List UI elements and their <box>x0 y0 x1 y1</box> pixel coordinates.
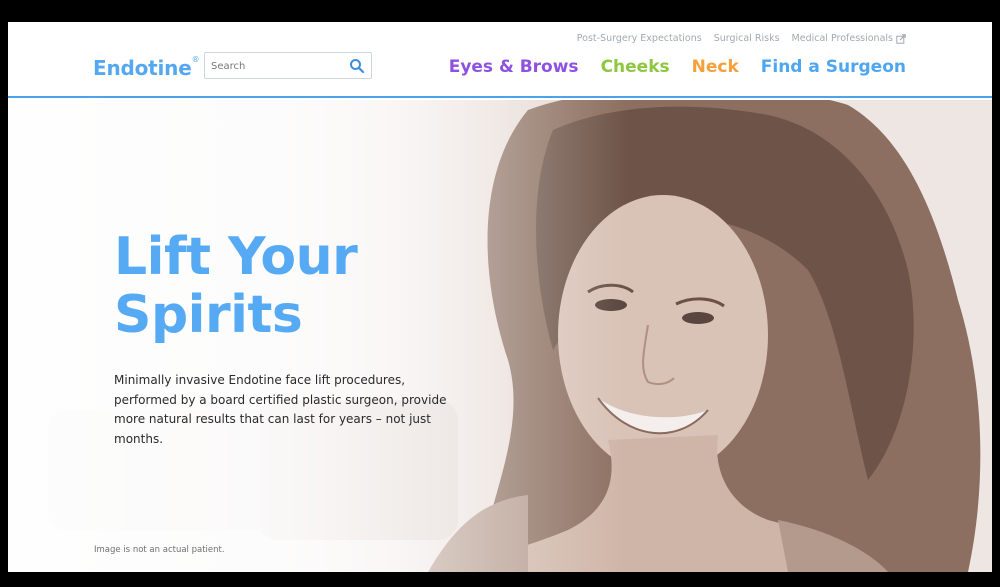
hero-headline-line-1: Lift Your <box>114 227 358 287</box>
search-input[interactable] <box>211 57 347 75</box>
nav-eyes-brows[interactable]: Eyes & Brows <box>449 57 579 77</box>
logo-text: Endotine <box>93 56 192 80</box>
nav-neck[interactable]: Neck <box>692 57 739 77</box>
hero-banner: Lift Your Spirits Minimally invasive End… <box>8 100 992 572</box>
nav-link-surgical-risks[interactable]: Surgical Risks <box>714 33 780 44</box>
site-header: Endotine® Post-Surgery Expectations Surg… <box>8 22 992 98</box>
nav-link-medical-professionals[interactable]: Medical Professionals <box>792 33 906 44</box>
hero-headline-line-2: Spirits <box>114 285 303 345</box>
registered-mark: ® <box>191 55 200 64</box>
hero-headline: Lift Your Spirits <box>114 228 454 344</box>
image-disclaimer: Image is not an actual patient. <box>94 545 225 555</box>
external-link-icon <box>896 33 906 44</box>
browser-viewport: Endotine® Post-Surgery Expectations Surg… <box>8 22 992 572</box>
search-icon[interactable] <box>349 58 365 74</box>
nav-link-post-surgery-expectations[interactable]: Post-Surgery Expectations <box>577 33 702 44</box>
utility-nav: Post-Surgery Expectations Surgical Risks… <box>577 33 906 44</box>
nav-find-a-surgeon[interactable]: Find a Surgeon <box>761 57 906 77</box>
search-box <box>204 52 372 79</box>
nav-cheeks[interactable]: Cheeks <box>601 57 670 77</box>
main-nav: Eyes & Brows Cheeks Neck Find a Surgeon <box>449 57 906 77</box>
nav-link-medical-professionals-label: Medical Professionals <box>791 33 893 44</box>
hero-description: Minimally invasive Endotine face lift pr… <box>114 373 447 446</box>
endotine-logo[interactable]: Endotine® <box>93 55 200 80</box>
